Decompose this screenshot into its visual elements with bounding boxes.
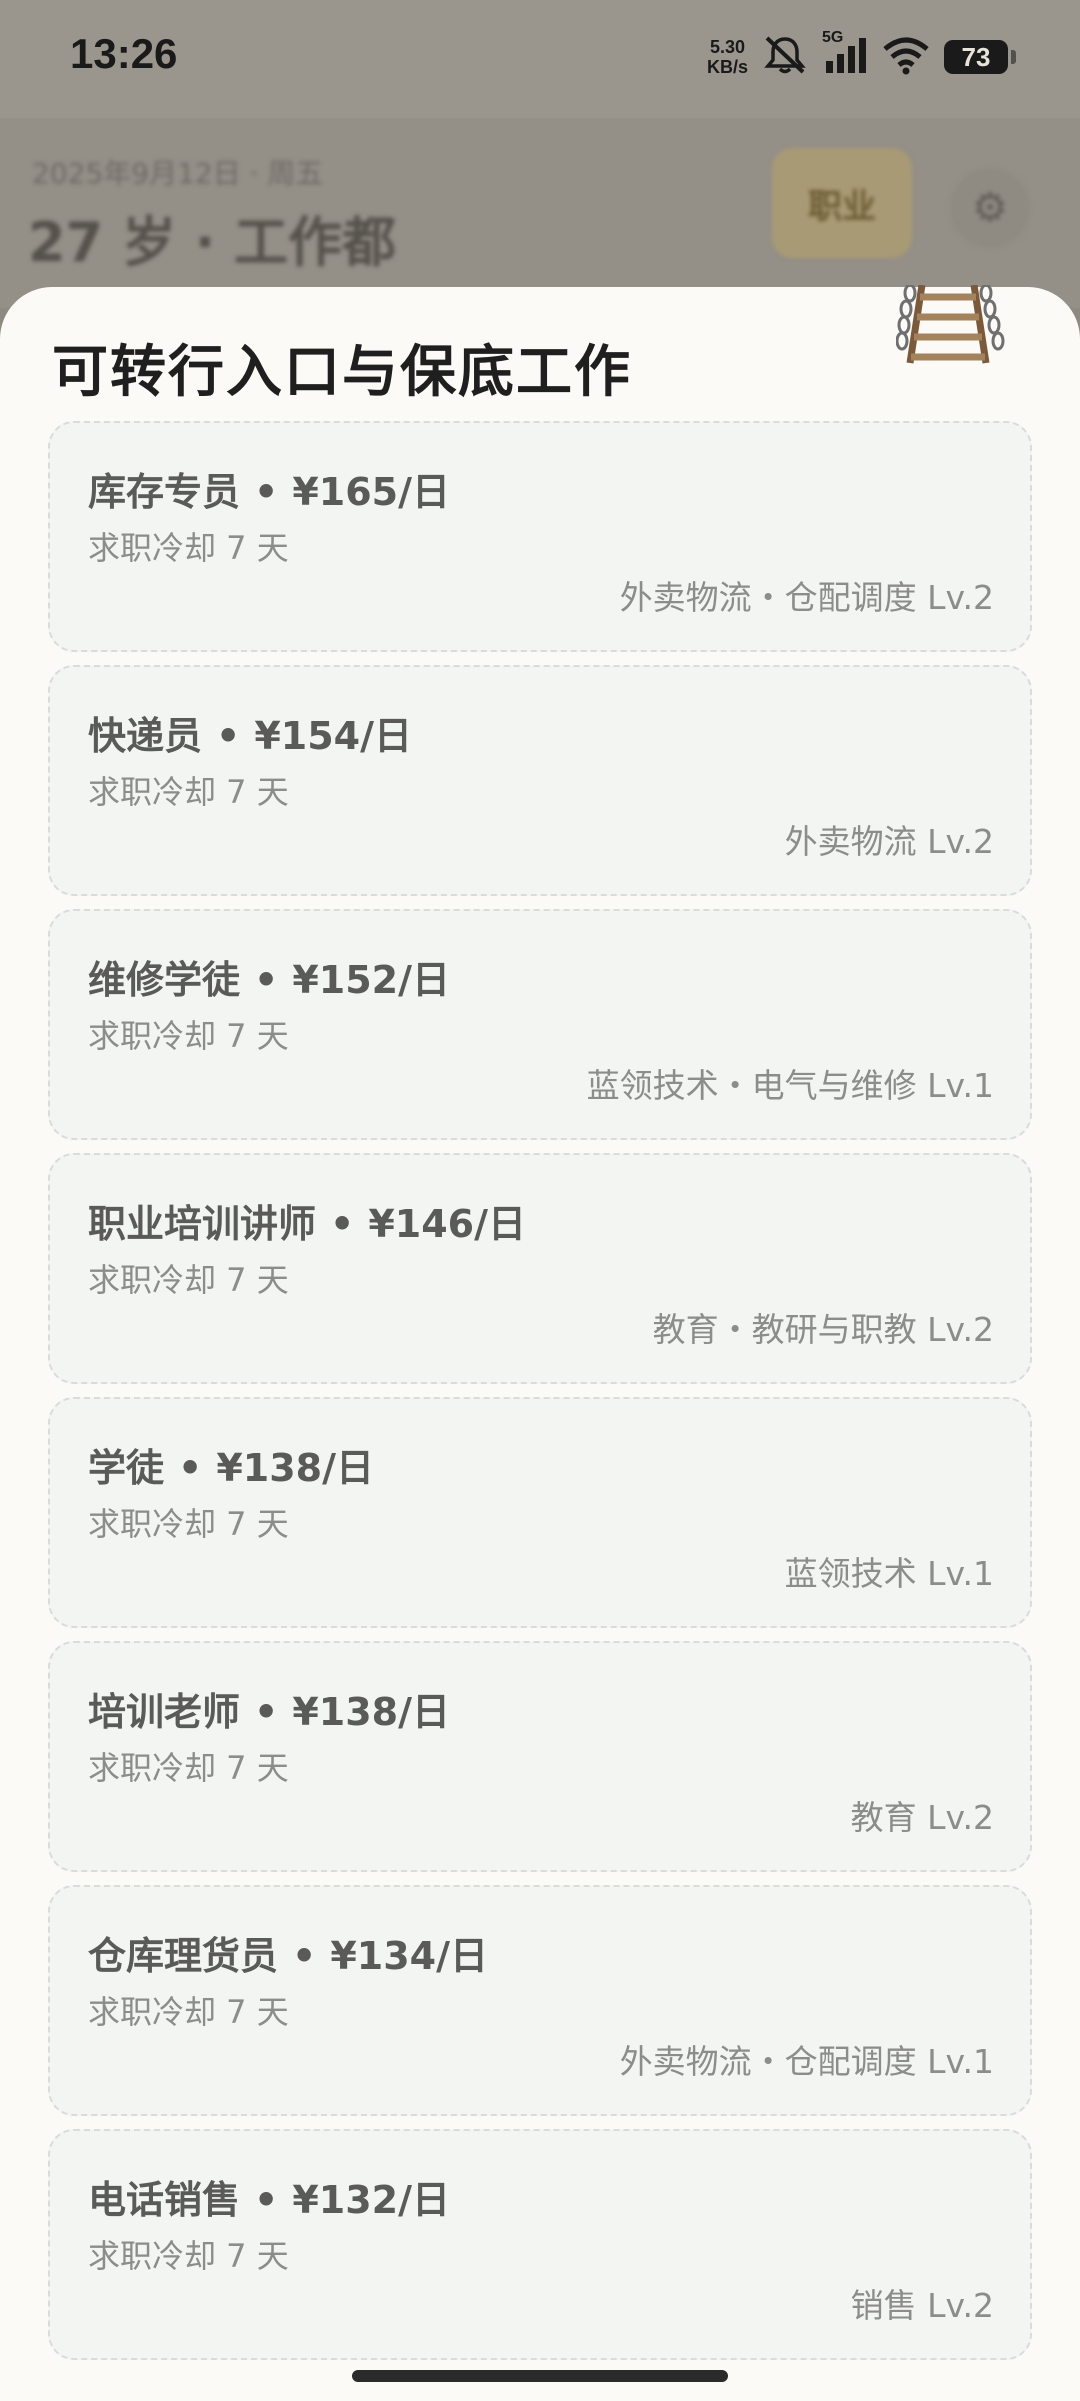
job-name: 学徒 bbox=[88, 1446, 165, 1490]
job-requirement: 蓝领技术 Lv.1 bbox=[784, 1554, 994, 1593]
network-speed: 5.30 KB/s bbox=[707, 37, 748, 77]
job-title-line: 库存专员 • ¥165/日 bbox=[88, 461, 450, 516]
job-name: 职业培训讲师 bbox=[88, 1202, 317, 1246]
job-requirement: 教育・教研与职教 Lv.2 bbox=[652, 1310, 994, 1349]
job-name: 维修学徒 bbox=[88, 958, 241, 1002]
job-title-line: 培训老师 • ¥138/日 bbox=[88, 1681, 450, 1736]
background-subtitle: 2025年9月12日 · 周五 bbox=[32, 157, 324, 190]
bottom-sheet: 可转行入口与保底工作 库存专员 • ¥165/日 求职冷却 7 天 外卖物流・仓… bbox=[0, 283, 1080, 2401]
job-title-line: 电话销售 • ¥132/日 bbox=[88, 2169, 450, 2224]
background-badge: 职业 bbox=[772, 148, 912, 258]
job-name: 仓库理货员 bbox=[88, 1934, 279, 1978]
job-title-line: 仓库理货员 • ¥134/日 bbox=[88, 1925, 488, 1980]
sheet-title: 可转行入口与保底工作 bbox=[52, 340, 632, 405]
job-requirement: 蓝领技术・电气与维修 Lv.1 bbox=[586, 1066, 994, 1105]
job-separator: • bbox=[254, 958, 279, 1002]
job-requirement: 教育 Lv.2 bbox=[850, 1798, 994, 1837]
job-card[interactable]: 学徒 • ¥138/日求职冷却 7 天蓝领技术 Lv.1 bbox=[48, 1397, 1032, 1628]
job-cooldown: 求职冷却 7 天 bbox=[88, 1505, 289, 1543]
status-icons: 5.30 KB/s 5G 73 bbox=[707, 29, 1016, 82]
job-cooldown: 求职冷却 7 天 bbox=[88, 1993, 289, 2031]
job-card[interactable]: 库存专员 • ¥165/日 求职冷却 7 天外卖物流・仓配调度 Lv.2 bbox=[48, 421, 1032, 652]
job-separator: • bbox=[254, 470, 279, 514]
job-pay: ¥134/日 bbox=[330, 1934, 488, 1978]
job-name: 库存专员 bbox=[88, 470, 241, 514]
job-pay: ¥138/日 bbox=[216, 1446, 374, 1490]
gear-icon: ⚙ bbox=[950, 168, 1030, 248]
job-cooldown: 求职冷却 7 天 bbox=[88, 1749, 289, 1787]
wifi-icon bbox=[882, 35, 930, 79]
job-card[interactable]: 快递员 • ¥154/日求职冷却 7 天外卖物流 Lv.2 bbox=[48, 665, 1032, 896]
job-pay: ¥138/日 bbox=[292, 1690, 450, 1734]
background-title: 27 岁 · 工作都 bbox=[28, 211, 397, 274]
job-cooldown: 求职冷却 7 天 bbox=[88, 2237, 289, 2275]
battery-indicator: 73 bbox=[944, 40, 1016, 74]
status-time: 13:26 bbox=[70, 30, 178, 77]
network-speed-unit: KB/s bbox=[706, 57, 748, 77]
status-bar: 13:26 5.30 KB/s 5G 73 bbox=[0, 0, 1080, 118]
job-pay: ¥154/日 bbox=[254, 714, 412, 758]
job-requirement: 外卖物流・仓配调度 Lv.2 bbox=[619, 578, 994, 617]
job-name: 电话销售 bbox=[88, 2178, 241, 2222]
background-page: 2025年9月12日 · 周五 27 岁 · 工作都 职业 ⚙ bbox=[0, 118, 1080, 308]
job-title-line: 快递员 • ¥154/日 bbox=[88, 705, 412, 760]
job-separator: • bbox=[292, 1934, 317, 1978]
job-separator: • bbox=[216, 714, 241, 758]
job-separator: • bbox=[254, 1690, 279, 1734]
job-list: 库存专员 • ¥165/日 求职冷却 7 天外卖物流・仓配调度 Lv.2 快递员 • ¥15… bbox=[48, 421, 1032, 2360]
job-separator: • bbox=[178, 1446, 203, 1490]
job-cooldown: 求职冷却 7 天 bbox=[88, 1017, 289, 1055]
job-cooldown: 求职冷却 7 天 bbox=[88, 1261, 289, 1299]
job-card[interactable]: 培训老师 • ¥138/日 求职冷却 7 天教育 Lv.2 bbox=[48, 1641, 1032, 1872]
job-title-line: 职业培训讲师 • ¥146/日 bbox=[88, 1193, 526, 1248]
job-requirement: 外卖物流・仓配调度 Lv.1 bbox=[619, 2042, 994, 2081]
job-pay: ¥132/日 bbox=[292, 2178, 450, 2222]
job-requirement: 销售 Lv.2 bbox=[850, 2286, 994, 2325]
job-cooldown: 求职冷却 7 天 bbox=[88, 773, 289, 811]
network-type: 5G bbox=[822, 29, 844, 46]
job-separator: • bbox=[330, 1202, 355, 1246]
job-pay: ¥152/日 bbox=[292, 958, 450, 1002]
network-speed-value: 5.30 bbox=[709, 37, 746, 57]
home-indicator[interactable] bbox=[352, 2370, 728, 2382]
job-title-line: 学徒 • ¥138/日 bbox=[88, 1437, 374, 1492]
job-card[interactable]: 仓库理货员 • ¥134/日求职冷却 7 天外卖物流・仓配调度 Lv.1 bbox=[48, 1885, 1032, 2116]
job-title-line: 维修学徒 • ¥152/日 bbox=[88, 949, 450, 1004]
signal-icon: 5G bbox=[822, 29, 868, 79]
job-card[interactable]: 职业培训讲师 • ¥146/日求职冷却 7 天教育・教研与职教 Lv.2 bbox=[48, 1153, 1032, 1384]
job-pay: ¥165/日 bbox=[292, 470, 450, 514]
job-card[interactable]: 维修学徒 • ¥152/日 求职冷却 7 天蓝领技术・电气与维修 Lv.1 bbox=[48, 909, 1032, 1140]
job-requirement: 外卖物流 Lv.2 bbox=[784, 822, 994, 861]
job-cooldown: 求职冷却 7 天 bbox=[88, 529, 289, 567]
job-separator: • bbox=[254, 2178, 279, 2222]
job-name: 快递员 bbox=[88, 714, 203, 758]
job-card[interactable]: 电话销售 • ¥132/日 求职冷却 7 天销售 Lv.2 bbox=[48, 2129, 1032, 2360]
job-pay: ¥146/日 bbox=[368, 1202, 526, 1246]
mute-icon bbox=[762, 35, 808, 79]
ladder-icon bbox=[895, 283, 1008, 365]
job-name: 培训老师 bbox=[88, 1690, 241, 1734]
